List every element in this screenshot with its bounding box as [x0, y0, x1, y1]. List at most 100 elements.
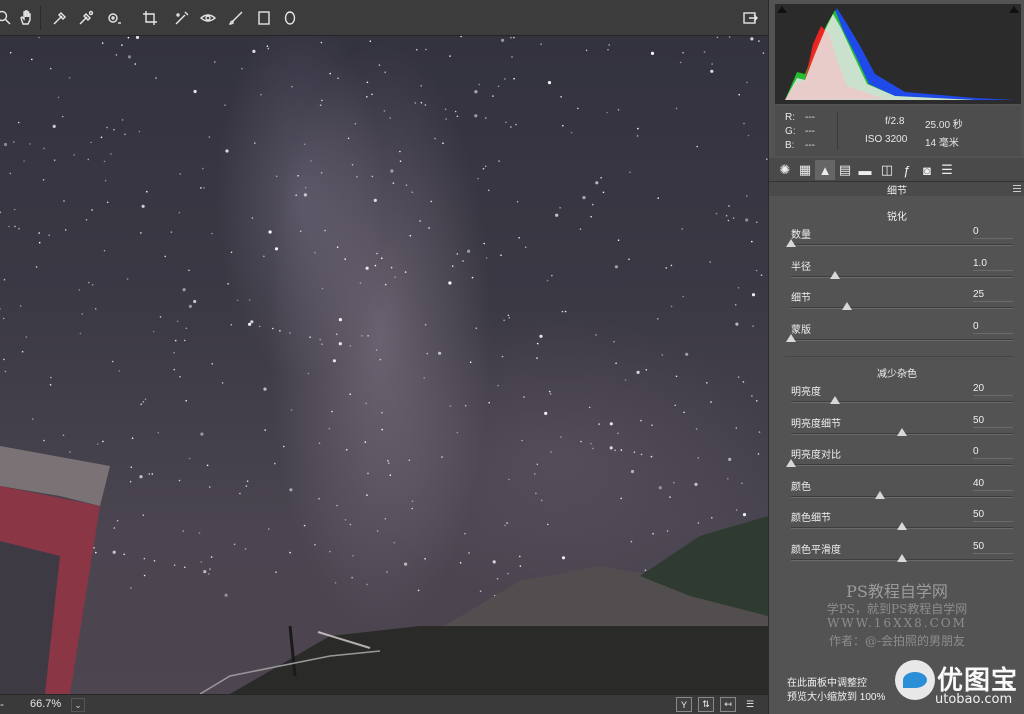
swap-settings-button[interactable]: ⇅	[698, 697, 714, 712]
before-after-toggle-button[interactable]: Y	[676, 697, 692, 712]
slider-value-field[interactable]: 0	[973, 226, 1013, 239]
star	[193, 89, 197, 94]
slider-track[interactable]	[791, 553, 1013, 562]
hand-icon[interactable]	[16, 8, 36, 28]
open-preferences-icon[interactable]	[740, 8, 760, 28]
star	[758, 40, 760, 42]
slider-thumb[interactable]	[897, 427, 907, 436]
adjustment-brush-icon[interactable]	[226, 8, 246, 28]
slider-thumb[interactable]	[897, 522, 907, 530]
image-preview[interactable]	[0, 36, 768, 694]
copy-settings-button[interactable]: ↤	[720, 697, 736, 712]
slider-thumb[interactable]	[841, 302, 852, 310]
zoom-level[interactable]: 66.7%	[30, 698, 61, 710]
star	[482, 167, 485, 170]
radial-filter-icon[interactable]	[280, 8, 300, 28]
tab-presets[interactable]: ☰	[937, 160, 957, 180]
slider-thumb[interactable]	[874, 490, 885, 499]
slider-track[interactable]	[791, 302, 1013, 310]
slider-value-field[interactable]: 50	[973, 415, 1013, 428]
star	[555, 213, 559, 217]
slider-track[interactable]	[791, 522, 1013, 530]
star	[3, 358, 5, 361]
star	[408, 459, 411, 462]
star	[630, 469, 635, 474]
star	[442, 142, 444, 144]
slider-value-field[interactable]: 1.0	[973, 258, 1013, 271]
preview-preferences-icon[interactable]: ☰	[742, 697, 758, 712]
tab-effects[interactable]: ƒ	[897, 160, 917, 180]
graduated-filter-icon[interactable]	[254, 8, 274, 28]
white-balance-icon[interactable]	[50, 8, 70, 28]
shadow-clipping-icon[interactable]	[777, 6, 787, 13]
slider-track[interactable]	[786, 459, 1013, 467]
slider-thumb[interactable]	[830, 396, 841, 404]
slider-track[interactable]	[791, 427, 1013, 436]
tab-tone-curve[interactable]: ▦	[795, 160, 815, 180]
slider-thumb[interactable]	[897, 553, 907, 562]
star	[670, 305, 673, 308]
star	[546, 279, 549, 282]
tab-lens-corrections[interactable]: ◫	[877, 160, 897, 180]
slider-value-field[interactable]: 20	[973, 383, 1013, 396]
color-sampler-icon[interactable]	[76, 8, 96, 28]
star	[332, 359, 336, 363]
slider-thumb[interactable]	[786, 459, 796, 467]
slider-track[interactable]	[791, 490, 1013, 499]
star	[349, 393, 352, 396]
tab-camera-calibration[interactable]: ◙	[917, 160, 937, 180]
slider-track[interactable]	[791, 270, 1013, 279]
star	[602, 191, 605, 194]
star	[434, 137, 436, 140]
tab-basic[interactable]: ✺	[775, 160, 795, 180]
star	[365, 402, 367, 405]
star	[35, 266, 38, 268]
star	[735, 509, 738, 511]
slider-value-field[interactable]: 50	[973, 509, 1013, 522]
spot-removal-icon[interactable]	[172, 8, 192, 28]
tab-split-toning[interactable]: ▬	[855, 160, 875, 180]
star	[295, 194, 298, 196]
star	[580, 440, 582, 443]
star	[658, 486, 662, 490]
highlight-clipping-icon[interactable]	[1009, 6, 1019, 13]
star	[595, 181, 599, 185]
zoom-out-button[interactable]: -	[0, 698, 10, 712]
star	[728, 36, 731, 38]
info-divider	[837, 112, 838, 150]
star	[551, 274, 553, 277]
slider-value-field[interactable]: 50	[973, 541, 1013, 554]
star	[497, 85, 500, 88]
targeted-adjustment-icon[interactable]	[104, 8, 124, 28]
slider-thumb[interactable]	[786, 333, 796, 342]
slider-track[interactable]	[786, 333, 1013, 342]
slider-thumb[interactable]	[830, 270, 841, 279]
star	[320, 172, 323, 174]
red-eye-icon[interactable]	[198, 8, 218, 28]
slider-value-field[interactable]: 0	[973, 321, 1013, 334]
slider-track[interactable]	[786, 239, 1013, 247]
histogram	[775, 4, 1021, 104]
star	[130, 587, 132, 589]
star	[206, 464, 209, 467]
star	[644, 569, 647, 571]
slider-value-field[interactable]: 25	[973, 289, 1013, 302]
slider-track[interactable]	[791, 396, 1013, 404]
star	[681, 228, 683, 230]
slider-thumb[interactable]	[786, 239, 796, 247]
tab-detail[interactable]: ▲	[815, 160, 835, 180]
star	[617, 239, 620, 241]
g-value: ---	[805, 126, 815, 137]
star	[697, 522, 700, 524]
star	[588, 406, 591, 409]
panel-menu-icon[interactable]	[1013, 185, 1021, 192]
star	[345, 449, 348, 451]
slider-value-field[interactable]: 40	[973, 478, 1013, 491]
slider-value-field[interactable]: 0	[973, 446, 1013, 459]
zoom-dropdown-icon[interactable]: ⌄	[71, 698, 85, 712]
star	[423, 377, 426, 379]
tab-hsl[interactable]: ▤	[835, 160, 855, 180]
crop-icon[interactable]	[140, 8, 160, 28]
star	[617, 109, 620, 111]
zoom-icon[interactable]	[0, 8, 14, 28]
